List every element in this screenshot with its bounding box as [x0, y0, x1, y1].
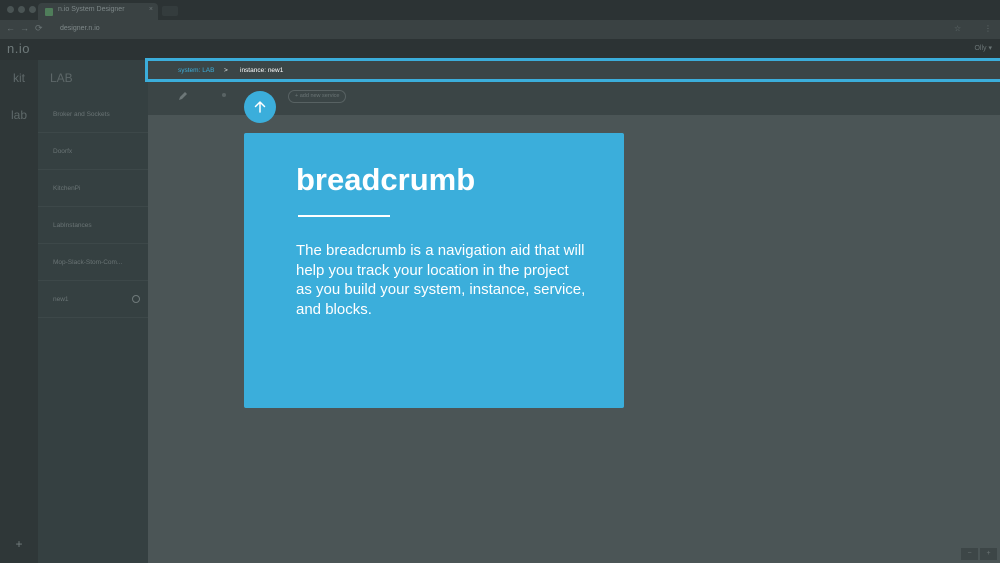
- favicon-icon: [45, 8, 53, 16]
- breadcrumb-instance[interactable]: instance: new1: [240, 67, 283, 74]
- back-arrow-icon[interactable]: ←: [6, 23, 15, 33]
- browser-tab[interactable]: n.io System Designer ×: [38, 3, 158, 20]
- zoom-in-button[interactable]: +: [980, 548, 997, 560]
- breadcrumb-separator: >: [224, 67, 228, 74]
- forward-arrow-icon[interactable]: →: [20, 23, 29, 33]
- list-item[interactable]: Doorfx: [38, 133, 148, 170]
- left-rail: kit lab +: [0, 60, 38, 563]
- minimize-window-dot[interactable]: [18, 6, 25, 13]
- bookmark-star-icon[interactable]: ☆: [954, 24, 961, 33]
- list-item-label: Doorfx: [53, 148, 73, 155]
- list-item-label: Broker and Sockets: [53, 111, 110, 118]
- list-item-label: KitchenPi: [53, 185, 81, 192]
- rail-item-kit[interactable]: kit: [0, 71, 38, 85]
- list-item[interactable]: LabInstances: [38, 207, 148, 244]
- window-controls[interactable]: [7, 6, 36, 13]
- list-item[interactable]: Broker and Sockets: [38, 96, 148, 133]
- breadcrumb: system: LAB > instance: new1: [145, 58, 1000, 82]
- reload-icon[interactable]: ⟳: [35, 23, 43, 34]
- arrow-up-icon: [244, 91, 276, 123]
- list-item[interactable]: Mop-Slack-Stom-Com...: [38, 244, 148, 281]
- list-item-label: new1: [53, 296, 69, 303]
- close-window-dot[interactable]: [7, 6, 14, 13]
- tooltip-body: The breadcrumb is a navigation aid that …: [296, 242, 586, 318]
- tour-tooltip[interactable]: breadcrumb The breadcrumb is a navigatio…: [244, 133, 624, 408]
- systems-list: Broker and Sockets Doorfx KitchenPi LabI…: [38, 96, 148, 318]
- tab-title: n.io System Designer: [58, 6, 125, 13]
- url-field[interactable]: designer.n.io: [60, 25, 100, 32]
- browser-menu-icon[interactable]: ⋮: [984, 24, 992, 33]
- maximize-window-dot[interactable]: [29, 6, 36, 13]
- user-menu[interactable]: Olly ▾: [974, 44, 992, 52]
- tooltip-divider: [298, 215, 390, 217]
- panel-title: LAB: [50, 71, 73, 85]
- list-item-selected[interactable]: new1: [38, 281, 148, 318]
- new-tab-button[interactable]: [162, 6, 178, 16]
- rail-item-lab[interactable]: lab: [0, 108, 38, 122]
- systems-panel: LAB Broker and Sockets Doorfx KitchenPi …: [38, 60, 148, 563]
- nio-logo[interactable]: n.io: [7, 41, 30, 56]
- address-bar: ← → ⟳ designer.n.io ☆ ⋮: [0, 20, 1000, 39]
- app-header: n.io Olly ▾: [0, 39, 1000, 60]
- tooltip-title: breadcrumb: [296, 162, 476, 197]
- browser-tab-bar: n.io System Designer ×: [0, 0, 1000, 20]
- toolbar: + add new service: [148, 81, 1000, 115]
- tool-icon[interactable]: [220, 91, 228, 102]
- tab-close-icon[interactable]: ×: [149, 6, 153, 13]
- add-service-button[interactable]: + add new service: [288, 90, 347, 103]
- edit-pencil-icon[interactable]: [178, 91, 188, 104]
- list-item[interactable]: KitchenPi: [38, 170, 148, 207]
- list-item-label: Mop-Slack-Stom-Com...: [53, 259, 123, 266]
- status-circle-icon: [132, 295, 140, 303]
- breadcrumb-system-link[interactable]: system: LAB: [178, 67, 214, 74]
- list-item-label: LabInstances: [53, 222, 92, 229]
- add-icon[interactable]: +: [0, 537, 38, 551]
- zoom-controls: − +: [961, 548, 997, 560]
- zoom-out-button[interactable]: −: [961, 548, 978, 560]
